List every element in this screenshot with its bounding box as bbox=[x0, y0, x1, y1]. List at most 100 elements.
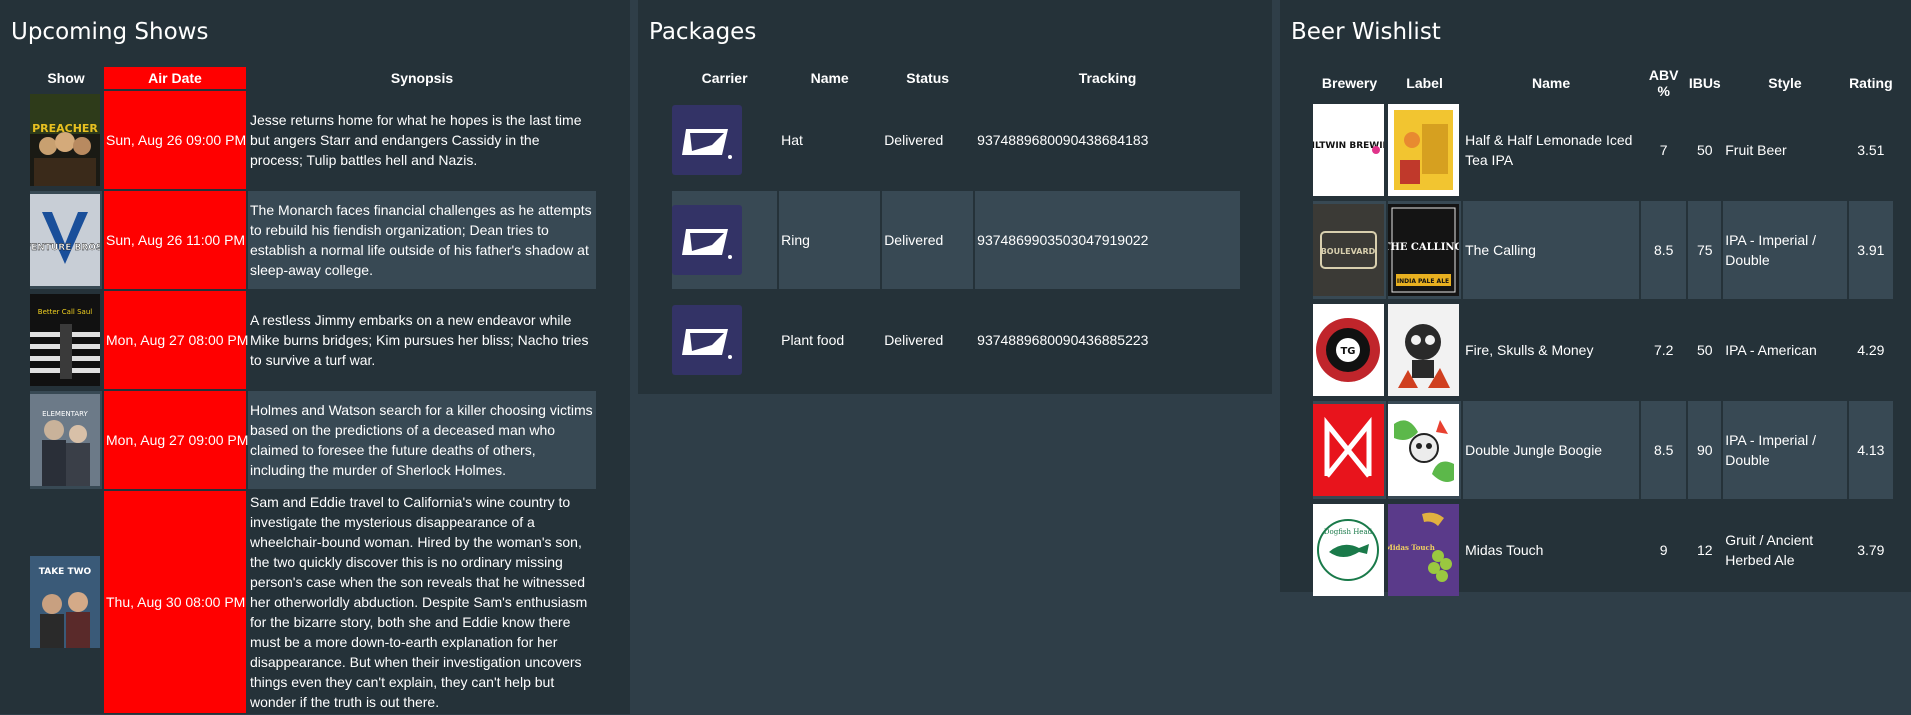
beer-wishlist-card: Beer Wishlist Brewery Label Name ABV % I… bbox=[1280, 0, 1911, 596]
usps-logo-icon bbox=[672, 105, 742, 175]
column-header-abv[interactable]: ABV % bbox=[1641, 67, 1686, 99]
show-synopsis: Holmes and Watson search for a killer ch… bbox=[248, 391, 596, 489]
column-header-name[interactable]: Name bbox=[1463, 67, 1639, 99]
show-row: VENTURE BROS. Sun, Aug 26 11:00 PM The M… bbox=[30, 191, 596, 289]
column-header-status[interactable]: Status bbox=[882, 67, 973, 89]
beer-name: Double Jungle Boogie bbox=[1463, 401, 1640, 499]
column-header-style[interactable]: Style bbox=[1723, 67, 1846, 99]
beer-name: Midas Touch bbox=[1465, 542, 1544, 558]
beer-style: IPA - American bbox=[1725, 342, 1817, 358]
show-row: ELEMENTARY Mon, Aug 27 09:00 PM Holmes a… bbox=[30, 391, 596, 489]
brewery-cell: BOULEVARD bbox=[1313, 201, 1387, 299]
column-header-name[interactable]: Name bbox=[779, 67, 880, 89]
column-header-label[interactable]: Label bbox=[1388, 67, 1461, 99]
carrier-cell bbox=[672, 191, 778, 289]
beer-style: Fruit Beer bbox=[1725, 142, 1787, 158]
beer-abv: 8.5 bbox=[1641, 201, 1687, 299]
usps-logo-icon bbox=[672, 205, 742, 275]
upcoming-shows-title: Upcoming Shows bbox=[11, 19, 209, 45]
beer-row[interactable]: BOULEVARD THE CALLING INDIA PALE ALE The … bbox=[1313, 201, 1893, 299]
brewery-cell: Dogfish Head bbox=[1313, 501, 1386, 599]
mikkeller-logo-image bbox=[1313, 404, 1384, 496]
column-header-synopsis[interactable]: Synopsis bbox=[248, 67, 596, 89]
beer-ibus: 90 bbox=[1688, 401, 1722, 499]
column-header-air-date[interactable]: Air Date bbox=[104, 67, 246, 89]
svg-text:Midas Touch: Midas Touch bbox=[1388, 543, 1435, 552]
svg-text:BOULEVARD: BOULEVARD bbox=[1321, 247, 1376, 256]
column-header-rating[interactable]: Rating bbox=[1849, 67, 1893, 99]
double-jungle-boogie-label-image bbox=[1388, 404, 1460, 496]
beer-row[interactable]: EVILTWIN BREWING Half & Half Lemonade Ic… bbox=[1299, 101, 1893, 199]
beer-name: The Calling bbox=[1463, 201, 1640, 299]
upcoming-shows-table: Show Air Date Synopsis PREACHER Sun, Aug… bbox=[28, 65, 598, 715]
package-name: Ring bbox=[779, 191, 881, 289]
beer-wishlist-table: Brewery Label Name ABV % IBUs Style Rati… bbox=[1299, 65, 1895, 601]
package-tracking[interactable]: 9374869903503047919022 bbox=[975, 191, 1240, 289]
fire-skulls-money-label-image bbox=[1388, 304, 1460, 396]
label-cell bbox=[1388, 301, 1461, 399]
package-status: Delivered bbox=[884, 332, 944, 348]
column-header-show[interactable]: Show bbox=[30, 67, 102, 89]
show-air-date: Sun, Aug 26 09:00 PM bbox=[104, 91, 246, 189]
beer-row[interactable]: Dogfish Head Midas Touch Midas Touch 9 1… bbox=[1313, 501, 1893, 599]
label-cell: Midas Touch bbox=[1385, 501, 1461, 599]
beer-row[interactable]: Double Jungle Boogie 8.5 90 IPA - Imperi… bbox=[1313, 401, 1893, 499]
beer-style: Gruit / Ancient Herbed Ale bbox=[1725, 532, 1814, 568]
show-row: Better Call Saul Mon, Aug 27 08:00 PM A … bbox=[30, 291, 596, 389]
packages-table: Carrier Name Status Tracking Hat Deliver… bbox=[670, 65, 1242, 391]
beer-abv: 8.5 bbox=[1641, 401, 1687, 499]
show-poster-cell: VENTURE BROS. bbox=[30, 191, 102, 289]
carrier-cell bbox=[672, 91, 777, 189]
package-status: Delivered bbox=[884, 132, 944, 148]
show-poster-cell: ELEMENTARY bbox=[30, 391, 102, 489]
evil-twin-logo-image: EVILTWIN BREWING bbox=[1299, 104, 1397, 196]
upcoming-shows-card: Upcoming Shows Show Air Date Synopsis PR… bbox=[0, 0, 630, 714]
beer-name: Fire, Skulls & Money bbox=[1465, 342, 1594, 358]
carrier-cell bbox=[672, 291, 777, 389]
packages-card: Packages Carrier Name Status Tracking Ha… bbox=[638, 0, 1272, 394]
beer-row[interactable]: TG Fire, Skulls & Money 7.2 50 IPA - Ame… bbox=[1313, 301, 1893, 399]
show-synopsis: Jesse returns home for what he hopes is … bbox=[250, 112, 582, 168]
package-row[interactable]: Hat Delivered 9374889680090438684183 bbox=[672, 91, 1240, 189]
toppling-goliath-logo-image: TG bbox=[1313, 304, 1384, 396]
beer-ibus: 12 bbox=[1696, 542, 1713, 558]
show-poster-cell: PREACHER bbox=[30, 91, 102, 189]
svg-text:PREACHER: PREACHER bbox=[32, 122, 98, 135]
packages-title: Packages bbox=[649, 19, 757, 45]
svg-text:INDIA PALE ALE: INDIA PALE ALE bbox=[1397, 278, 1449, 285]
beer-rating: 3.91 bbox=[1848, 201, 1893, 299]
half-and-half-label-image bbox=[1388, 104, 1460, 196]
svg-text:Better Call Saul: Better Call Saul bbox=[38, 308, 92, 316]
column-header-tracking[interactable]: Tracking bbox=[975, 67, 1240, 89]
beer-wishlist-title: Beer Wishlist bbox=[1291, 19, 1441, 45]
beer-ibus: 50 bbox=[1696, 342, 1713, 358]
usps-logo-icon bbox=[672, 305, 742, 375]
show-air-date: Mon, Aug 27 09:00 PM bbox=[104, 391, 248, 489]
beer-style: IPA - Imperial / Double bbox=[1723, 201, 1847, 299]
show-air-date: Thu, Aug 30 08:00 PM bbox=[104, 491, 246, 713]
label-cell bbox=[1388, 101, 1461, 199]
show-synopsis: Sam and Eddie travel to California's win… bbox=[250, 494, 588, 710]
label-cell bbox=[1388, 401, 1462, 499]
beer-rating: 3.51 bbox=[1857, 142, 1885, 158]
beer-ibus: 50 bbox=[1696, 142, 1713, 158]
brewery-cell bbox=[1313, 401, 1387, 499]
midas-touch-label-image: Midas Touch bbox=[1385, 504, 1460, 596]
package-tracking[interactable]: 9374889680090438684183 bbox=[975, 91, 1240, 189]
svg-text:TG: TG bbox=[1340, 346, 1355, 357]
beer-abv: 7 bbox=[1659, 142, 1668, 158]
dogfish-head-logo-image: Dogfish Head bbox=[1313, 504, 1384, 596]
brewery-cell: TG bbox=[1313, 301, 1386, 399]
column-header-ibus[interactable]: IBUs bbox=[1688, 67, 1721, 99]
package-row[interactable]: Plant food Delivered 9374889680090436885… bbox=[672, 291, 1240, 389]
svg-text:THE CALLING: THE CALLING bbox=[1388, 242, 1459, 253]
package-tracking[interactable]: 9374889680090436885223 bbox=[975, 291, 1240, 389]
beer-abv: 7.2 bbox=[1653, 342, 1674, 358]
column-header-carrier[interactable]: Carrier bbox=[672, 67, 777, 89]
column-header-brewery[interactable]: Brewery bbox=[1313, 67, 1386, 99]
svg-text:VENTURE BROS.: VENTURE BROS. bbox=[30, 243, 100, 253]
show-air-date: Sun, Aug 26 11:00 PM bbox=[104, 191, 246, 289]
package-name: Plant food bbox=[781, 332, 845, 348]
package-row[interactable]: Ring Delivered 9374869903503047919022 bbox=[672, 191, 1240, 289]
the-calling-label-image: THE CALLING INDIA PALE ALE bbox=[1383, 204, 1463, 296]
